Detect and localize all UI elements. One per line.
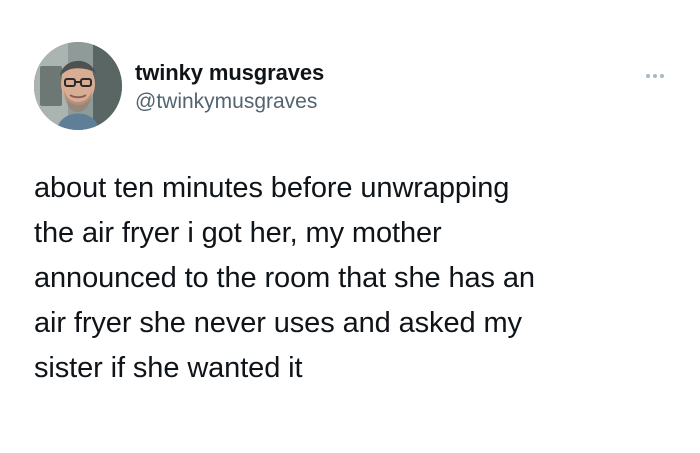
tweet-text-line: the air fryer i got her, my mother <box>34 217 442 249</box>
tweet-text-line: about ten minutes before unwrapping <box>34 172 510 204</box>
menu-dot <box>653 74 657 78</box>
author-info: twinky musgraves @twinkymusgraves <box>135 60 324 114</box>
menu-dot <box>646 74 650 78</box>
tweet-text-line: announced to the room that she has an <box>34 262 535 294</box>
author-display-name[interactable]: twinky musgraves <box>135 60 324 86</box>
tweet-text: about ten minutes before unwrapping the … <box>34 166 674 391</box>
tweet-header: twinky musgraves @twinkymusgraves <box>34 42 674 130</box>
more-options-icon[interactable] <box>640 70 670 82</box>
author-handle[interactable]: @twinkymusgraves <box>135 89 324 114</box>
profile-photo-icon[interactable] <box>34 42 122 130</box>
menu-dot <box>660 74 664 78</box>
tweet-text-line: sister if she wanted it <box>34 352 303 384</box>
tweet-text-line: air fryer she never uses and asked my <box>34 307 522 339</box>
tweet-card: twinky musgraves @twinkymusgraves about … <box>0 0 700 453</box>
